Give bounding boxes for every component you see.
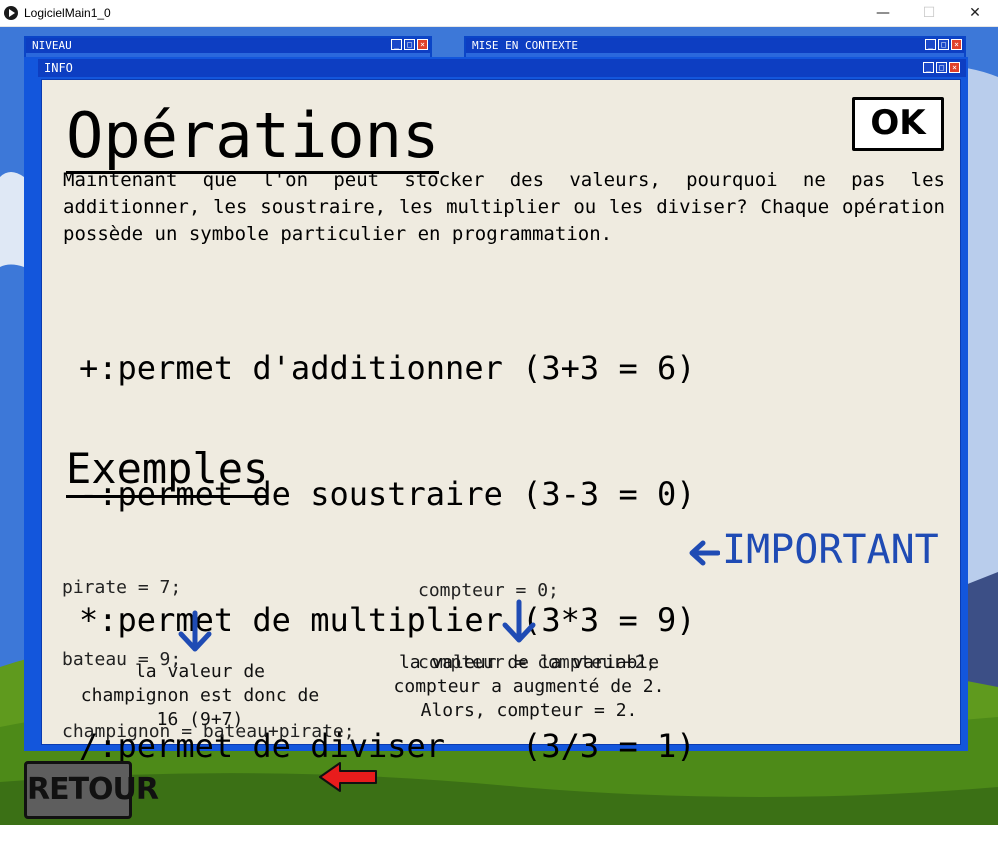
intro-text: Maintenant que l'on peut stocker des val… (63, 169, 945, 245)
app-title: LogicielMain1_0 (24, 6, 111, 20)
red-arrow-left-icon[interactable] (318, 760, 380, 794)
important-label: IMPORTANT (722, 527, 939, 573)
mise-en-contexte-window-controls: _ □ × (925, 39, 962, 50)
info-window-title: INFO (44, 61, 73, 75)
info-content: Opérations OK Maintenant que l'on peut s… (41, 79, 961, 765)
niveau-window-header: NIVEAU _ □ × (26, 38, 430, 53)
info-window-controls: _ □ × (923, 62, 960, 73)
operation-add: +:permet d'additionner (3+3 = 6) (79, 349, 696, 387)
minimize-icon[interactable]: _ (923, 62, 934, 73)
mise-en-contexte-window-title: MISE EN CONTEXTE (472, 39, 578, 52)
niveau-window-controls: _ □ × (391, 39, 428, 50)
caption-line: la valeur de (134, 661, 266, 682)
caption-line: la valeur de la variable (398, 652, 660, 673)
caption-line: champignon est donc de (80, 685, 320, 706)
ok-button[interactable]: OK (852, 97, 944, 151)
close-icon[interactable]: × (951, 39, 962, 50)
play-icon (4, 6, 18, 20)
maximize-icon[interactable]: □ (404, 39, 415, 50)
minimize-icon[interactable]: _ (391, 39, 402, 50)
caption-line: compteur a augmenté de 2. (393, 676, 665, 697)
arrow-down-icon (178, 610, 212, 652)
close-icon[interactable]: × (417, 39, 428, 50)
window-controls: — ☐ ✕ (860, 0, 998, 26)
minimize-button[interactable]: — (860, 0, 906, 26)
info-window: INFO _ □ × Opérations OK Maintenant que … (24, 57, 968, 765)
app-titlebar: LogicielMain1_0 — ☐ ✕ (0, 0, 998, 27)
page-title: Opérations (66, 99, 440, 174)
maximize-button[interactable]: ☐ (906, 0, 952, 26)
arrow-left-icon (689, 540, 720, 566)
caption-line: Alors, compteur = 2. (420, 700, 638, 721)
example2-caption: la valeur de la variable compteur a augm… (372, 651, 686, 723)
arrow-down-icon (502, 599, 536, 643)
code-line: pirate = 7; (62, 577, 182, 598)
retour-button[interactable]: RETOUR (24, 761, 159, 819)
close-icon[interactable]: × (949, 62, 960, 73)
maximize-icon[interactable]: □ (938, 39, 949, 50)
info-window-header: INFO _ □ × (38, 59, 966, 77)
examples-heading: Exemples (66, 444, 269, 498)
mise-en-contexte-window-header: MISE EN CONTEXTE _ □ × (466, 38, 964, 53)
maximize-icon[interactable]: □ (936, 62, 947, 73)
close-button[interactable]: ✕ (952, 0, 998, 26)
niveau-window-title: NIVEAU (32, 39, 72, 52)
caption-line: 16 (9+7) (156, 709, 244, 730)
example1-caption: la valeur de champignon est donc de 16 (… (50, 660, 350, 732)
minimize-icon[interactable]: _ (925, 39, 936, 50)
